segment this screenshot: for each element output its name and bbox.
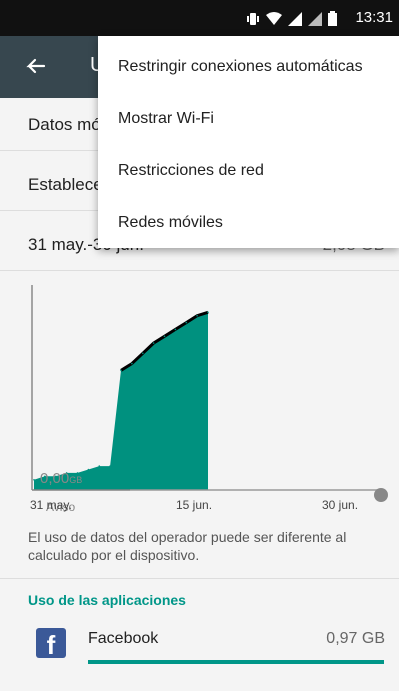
limit-handle[interactable] [374,488,388,502]
app-name: Facebook [88,630,159,647]
menu-item-label: Redes móviles [118,214,223,231]
carrier-note: El uso de datos del operador puede ser d… [28,529,347,563]
status-bar: 13:31 [0,0,399,36]
section-divider [0,578,399,579]
back-button[interactable] [20,52,50,82]
usage-point [87,468,90,471]
signal-icon-2 [308,11,322,31]
overflow-menu: Restringir conexiones automáticas Mostra… [98,36,399,248]
usage-point [163,335,166,338]
signal-icon [288,11,302,31]
menu-item-restrict-auto-connections[interactable]: Restringir conexiones automáticas [98,40,399,92]
usage-point [98,465,101,467]
battery-icon [328,11,337,31]
app-usage-section-title: Uso de las aplicaciones [28,592,186,608]
data-usage-chart: 0,00GB Aviso 31 may. 15 jun. 30 jun. [0,270,399,570]
warning-value-label: 0,00GB [40,470,83,487]
app-row-facebook[interactable]: f Facebook 0,97 GB [0,618,399,678]
x-tick-end: 30 jun. [322,498,359,512]
status-icons [246,11,337,31]
x-tick-mid: 15 jun. [176,498,213,512]
menu-item-show-wifi[interactable]: Mostrar Wi-Fi [98,92,399,144]
usage-point [152,342,155,344]
usage-point [174,328,177,331]
usage-point [109,465,111,467]
status-time: 13:31 [355,9,393,26]
menu-item-mobile-networks[interactable]: Redes móviles [98,196,399,248]
usage-point [33,479,35,481]
usage-point [185,321,188,324]
usage-point [142,352,144,355]
menu-item-label: Restricciones de red [118,162,264,179]
arrow-back-icon [26,58,46,74]
menu-item-label: Mostrar Wi-Fi [118,110,214,127]
usage-area [34,312,208,490]
app-usage-bar [88,660,384,664]
wifi-icon [266,11,282,31]
usage-point [207,311,209,314]
facebook-icon: f [36,628,66,660]
vibrate-icon [246,12,260,31]
menu-item-network-restrictions[interactable]: Restricciones de red [98,144,399,196]
menu-item-label: Restringir conexiones automáticas [118,58,363,75]
usage-point [120,369,122,372]
usage-point [196,314,198,317]
x-tick-start: 31 may. [30,498,72,512]
usage-point [131,362,133,365]
app-usage-size: 0,97 GB [326,630,385,647]
